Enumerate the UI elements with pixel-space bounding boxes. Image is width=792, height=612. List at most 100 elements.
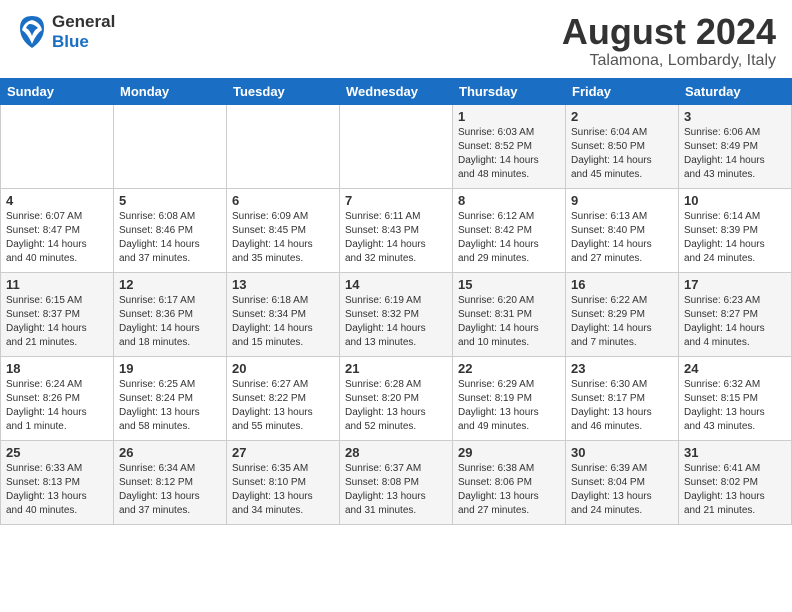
day-info: Sunrise: 6:12 AM Sunset: 8:42 PM Dayligh… — [458, 210, 560, 266]
day-info: Sunrise: 6:19 AM Sunset: 8:32 PM Dayligh… — [345, 294, 447, 350]
title-block: August 2024 Talamona, Lombardy, Italy — [562, 12, 776, 70]
logo-general: General — [52, 12, 115, 31]
table-row: 16Sunrise: 6:22 AM Sunset: 8:29 PM Dayli… — [566, 272, 679, 356]
table-row: 28 Sunrise: 6:37 AM Sunset: 8:08 PM Dayli… — [340, 440, 453, 524]
col-saturday: Saturday — [679, 78, 792, 104]
calendar-week-row: 18Sunrise: 6:24 AM Sunset: 8:26 PM Dayli… — [1, 356, 792, 440]
calendar-week-row: 1 Sunrise: 6:03 AM Sunset: 8:52 PM Daylig… — [1, 104, 792, 188]
day-info: Sunrise: 6:34 AM Sunset: 8:12 PM Dayligh… — [119, 462, 221, 518]
day-number: 11 — [6, 277, 108, 292]
calendar-table: Sunday Monday Tuesday Wednesday Thursday… — [0, 78, 792, 525]
table-row: 1 Sunrise: 6:03 AM Sunset: 8:52 PM Daylig… — [453, 104, 566, 188]
table-row: 20Sunrise: 6:27 AM Sunset: 8:22 PM Dayli… — [227, 356, 340, 440]
table-row: 29Sunrise: 6:38 AM Sunset: 8:06 PM Dayli… — [453, 440, 566, 524]
table-row: 17 Sunrise: 6:23 AM Sunset: 8:27 PM Dayli… — [679, 272, 792, 356]
day-number: 3 — [684, 109, 786, 124]
table-row: 8 Sunrise: 6:12 AM Sunset: 8:42 PM Daylig… — [453, 188, 566, 272]
day-info: Sunrise: 6:39 AM Sunset: 8:04 PM Dayligh… — [571, 462, 673, 518]
page-header: General Blue August 2024 Talamona, Lomba… — [0, 0, 792, 78]
day-info: Sunrise: 6:20 AM Sunset: 8:31 PM Dayligh… — [458, 294, 560, 350]
table-row: 6 Sunrise: 6:09 AM Sunset: 8:45 PM Daylig… — [227, 188, 340, 272]
col-wednesday: Wednesday — [340, 78, 453, 104]
table-row: 25Sunrise: 6:33 AM Sunset: 8:13 PM Dayli… — [1, 440, 114, 524]
day-number: 14 — [345, 277, 447, 292]
day-info: Sunrise: 6:33 AM Sunset: 8:13 PM Dayligh… — [6, 462, 108, 518]
day-number: 21 — [345, 361, 447, 376]
day-info: Sunrise: 6:25 AM Sunset: 8:24 PM Dayligh… — [119, 378, 221, 434]
day-number: 17 — [684, 277, 786, 292]
calendar-week-row: 25Sunrise: 6:33 AM Sunset: 8:13 PM Dayli… — [1, 440, 792, 524]
day-number: 1 — [458, 109, 560, 124]
day-number: 27 — [232, 445, 334, 460]
table-row — [114, 104, 227, 188]
day-info: Sunrise: 6:30 AM Sunset: 8:17 PM Dayligh… — [571, 378, 673, 434]
table-row: 5Sunrise: 6:08 AM Sunset: 8:46 PM Daylig… — [114, 188, 227, 272]
calendar-header-row: Sunday Monday Tuesday Wednesday Thursday… — [1, 78, 792, 104]
day-number: 31 — [684, 445, 786, 460]
day-info: Sunrise: 6:29 AM Sunset: 8:19 PM Dayligh… — [458, 378, 560, 434]
table-row: 24 Sunrise: 6:32 AM Sunset: 8:15 PM Dayli… — [679, 356, 792, 440]
table-row: 9 Sunrise: 6:13 AM Sunset: 8:40 PM Daylig… — [566, 188, 679, 272]
day-number: 13 — [232, 277, 334, 292]
day-number: 12 — [119, 277, 221, 292]
day-info: Sunrise: 6:24 AM Sunset: 8:26 PM Dayligh… — [6, 378, 108, 434]
day-info: Sunrise: 6:37 AM Sunset: 8:08 PM Dayligh… — [345, 462, 447, 518]
calendar-week-row: 4 Sunrise: 6:07 AM Sunset: 8:47 PM Daylig… — [1, 188, 792, 272]
table-row — [227, 104, 340, 188]
table-row: 10Sunrise: 6:14 AM Sunset: 8:39 PM Dayli… — [679, 188, 792, 272]
col-monday: Monday — [114, 78, 227, 104]
table-row: 2 Sunrise: 6:04 AM Sunset: 8:50 PM Daylig… — [566, 104, 679, 188]
day-number: 9 — [571, 193, 673, 208]
table-row: 18Sunrise: 6:24 AM Sunset: 8:26 PM Dayli… — [1, 356, 114, 440]
table-row: 3 Sunrise: 6:06 AM Sunset: 8:49 PM Daylig… — [679, 104, 792, 188]
logo-blue: Blue — [52, 32, 89, 51]
col-thursday: Thursday — [453, 78, 566, 104]
logo: General Blue — [16, 12, 115, 52]
table-row — [340, 104, 453, 188]
table-row: 21 Sunrise: 6:28 AM Sunset: 8:20 PM Dayli… — [340, 356, 453, 440]
day-info: Sunrise: 6:11 AM Sunset: 8:43 PM Dayligh… — [345, 210, 447, 266]
day-info: Sunrise: 6:09 AM Sunset: 8:45 PM Dayligh… — [232, 210, 334, 266]
table-row: 27 Sunrise: 6:35 AM Sunset: 8:10 PM Dayli… — [227, 440, 340, 524]
table-row: 23 Sunrise: 6:30 AM Sunset: 8:17 PM Dayli… — [566, 356, 679, 440]
day-number: 2 — [571, 109, 673, 124]
day-info: Sunrise: 6:07 AM Sunset: 8:47 PM Dayligh… — [6, 210, 108, 266]
day-number: 7 — [345, 193, 447, 208]
day-number: 16 — [571, 277, 673, 292]
table-row: 19 Sunrise: 6:25 AM Sunset: 8:24 PM Dayli… — [114, 356, 227, 440]
table-row: 13Sunrise: 6:18 AM Sunset: 8:34 PM Dayli… — [227, 272, 340, 356]
table-row: 12 Sunrise: 6:17 AM Sunset: 8:36 PM Dayli… — [114, 272, 227, 356]
day-number: 30 — [571, 445, 673, 460]
table-row: 14 Sunrise: 6:19 AM Sunset: 8:32 PM Dayli… — [340, 272, 453, 356]
logo-text: General Blue — [52, 12, 115, 52]
day-info: Sunrise: 6:28 AM Sunset: 8:20 PM Dayligh… — [345, 378, 447, 434]
day-info: Sunrise: 6:32 AM Sunset: 8:15 PM Dayligh… — [684, 378, 786, 434]
day-number: 15 — [458, 277, 560, 292]
day-info: Sunrise: 6:14 AM Sunset: 8:39 PM Dayligh… — [684, 210, 786, 266]
day-number: 4 — [6, 193, 108, 208]
calendar-location: Talamona, Lombardy, Italy — [562, 52, 776, 70]
table-row: 30 Sunrise: 6:39 AM Sunset: 8:04 PM Dayli… — [566, 440, 679, 524]
day-info: Sunrise: 6:06 AM Sunset: 8:49 PM Dayligh… — [684, 126, 786, 182]
col-friday: Friday — [566, 78, 679, 104]
table-row: 22Sunrise: 6:29 AM Sunset: 8:19 PM Dayli… — [453, 356, 566, 440]
day-info: Sunrise: 6:27 AM Sunset: 8:22 PM Dayligh… — [232, 378, 334, 434]
calendar-title: August 2024 — [562, 12, 776, 52]
day-number: 24 — [684, 361, 786, 376]
day-number: 23 — [571, 361, 673, 376]
day-number: 6 — [232, 193, 334, 208]
table-row: 11Sunrise: 6:15 AM Sunset: 8:37 PM Dayli… — [1, 272, 114, 356]
table-row: 15 Sunrise: 6:20 AM Sunset: 8:31 PM Dayli… — [453, 272, 566, 356]
day-info: Sunrise: 6:13 AM Sunset: 8:40 PM Dayligh… — [571, 210, 673, 266]
day-number: 19 — [119, 361, 221, 376]
day-info: Sunrise: 6:23 AM Sunset: 8:27 PM Dayligh… — [684, 294, 786, 350]
table-row: 26Sunrise: 6:34 AM Sunset: 8:12 PM Dayli… — [114, 440, 227, 524]
day-info: Sunrise: 6:04 AM Sunset: 8:50 PM Dayligh… — [571, 126, 673, 182]
day-info: Sunrise: 6:17 AM Sunset: 8:36 PM Dayligh… — [119, 294, 221, 350]
day-info: Sunrise: 6:35 AM Sunset: 8:10 PM Dayligh… — [232, 462, 334, 518]
day-number: 8 — [458, 193, 560, 208]
day-info: Sunrise: 6:03 AM Sunset: 8:52 PM Dayligh… — [458, 126, 560, 182]
day-number: 28 — [345, 445, 447, 460]
table-row: 31Sunrise: 6:41 AM Sunset: 8:02 PM Dayli… — [679, 440, 792, 524]
table-row — [1, 104, 114, 188]
